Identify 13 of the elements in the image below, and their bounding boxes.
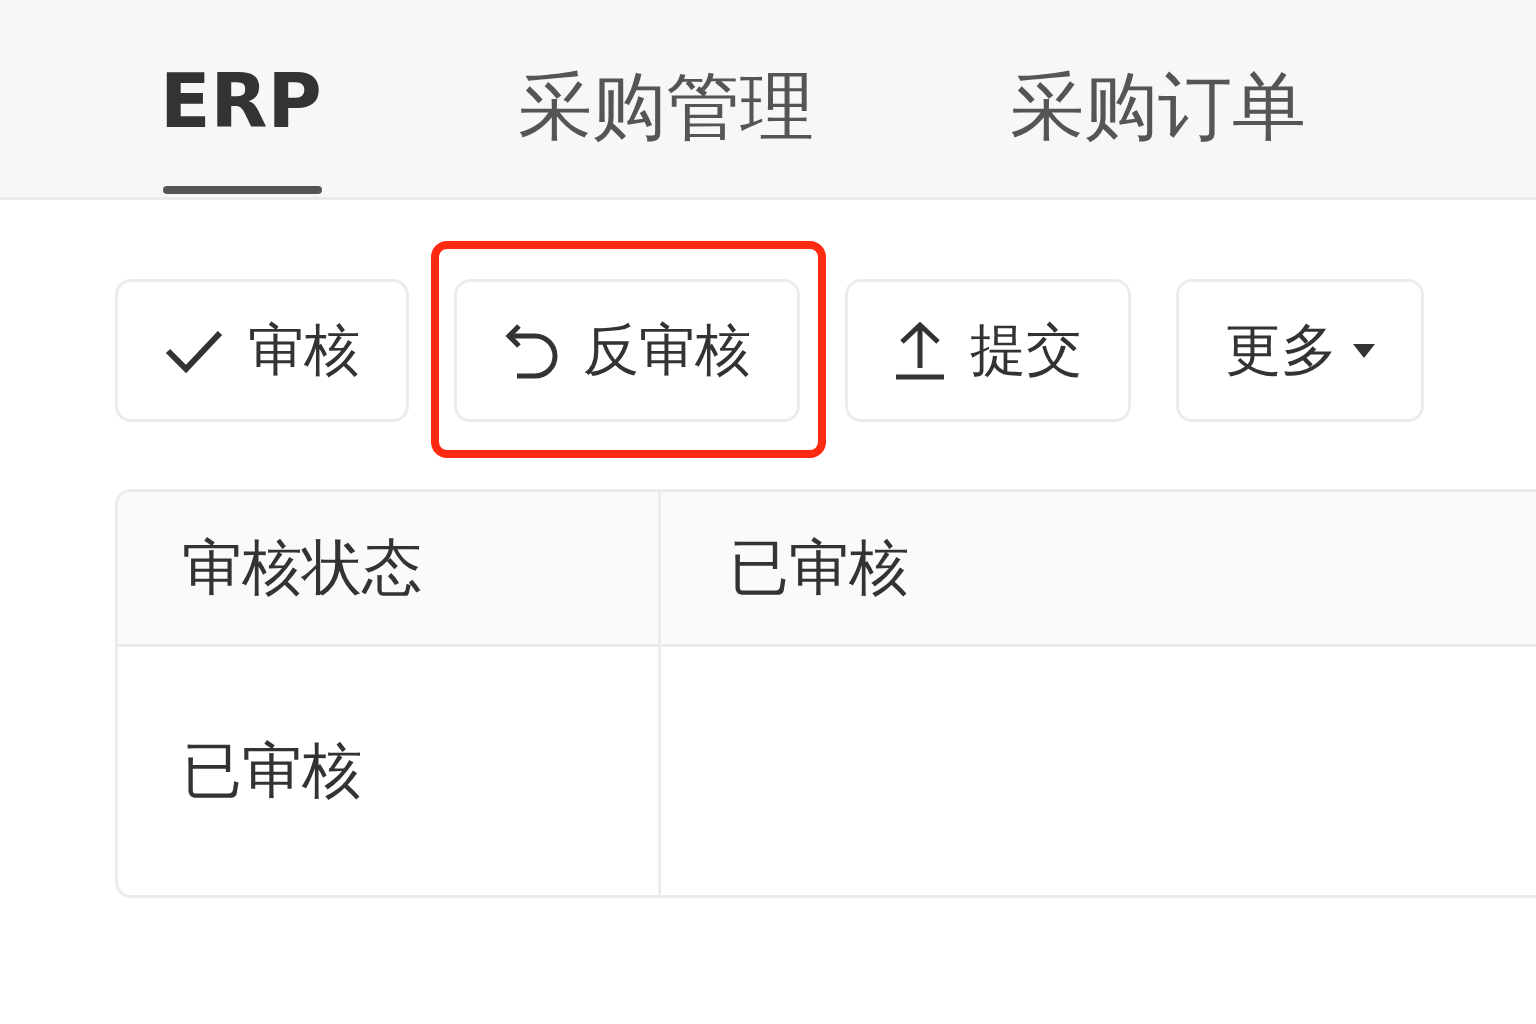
tab[interactable]: ERP (160, 0, 322, 197)
tab[interactable]: 采购管理 (517, 0, 814, 197)
caret-icon (1353, 343, 1375, 358)
table-cell-text: 审核状态 (182, 530, 422, 604)
table-cell-text: 已审核 (182, 733, 362, 807)
table-cell-text: 已审核 (729, 530, 909, 604)
tab[interactable]: 采购订单 (1009, 0, 1306, 197)
toolbar-button[interactable]: 审核 (115, 279, 409, 422)
undo-icon (503, 321, 559, 380)
toolbar-button[interactable]: 反审核 (454, 279, 800, 422)
upload-icon (894, 321, 946, 380)
more-dropdown[interactable]: 更多 (1176, 279, 1424, 422)
toolbar-button[interactable]: 提交 (845, 279, 1131, 422)
